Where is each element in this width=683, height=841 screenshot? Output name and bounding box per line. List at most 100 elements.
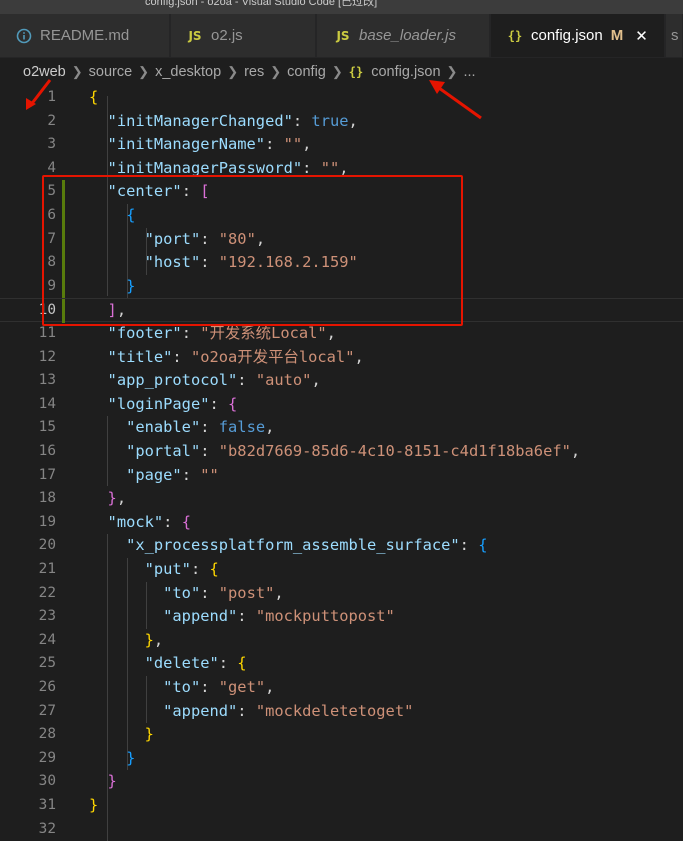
code-line[interactable]: 14 "loginPage": { (0, 393, 683, 417)
line-number: 2 (47, 112, 56, 129)
json-key: "host" (144, 253, 201, 272)
code-line[interactable]: 29 } (0, 747, 683, 771)
code-line[interactable]: 17 "page": "" (0, 464, 683, 488)
code-line[interactable]: 9 } (0, 274, 683, 299)
code-line[interactable]: 11 "footer": "开发系统Local", (0, 322, 683, 346)
code-line[interactable]: 5 "center": [ (0, 180, 683, 204)
json-value: "开发系统Local" (200, 324, 327, 342)
tab-o2-js[interactable]: JS o2.js (171, 14, 316, 57)
line-number: 21 (38, 561, 56, 577)
line-number: 15 (38, 419, 56, 436)
json-value: "" (320, 158, 340, 177)
json-key: "app_protocol" (107, 371, 238, 390)
json-key: "append" (163, 701, 238, 720)
code-line[interactable]: 25 "delete": { (0, 652, 683, 676)
json-value: "" (283, 135, 303, 154)
line-number: 28 (38, 726, 56, 743)
line-number: 16 (38, 443, 56, 459)
code-line[interactable]: 6 { (0, 204, 683, 228)
code-line[interactable]: 21 "put": { (0, 558, 683, 582)
line-number: 12 (38, 348, 56, 365)
json-value: false (218, 418, 266, 437)
tab-readme[interactable]: README.md (0, 14, 170, 57)
line-number: 10 (38, 302, 56, 319)
editor-tab-bar: README.md JS o2.js JS base_loader.js {} … (0, 14, 683, 58)
line-number: 31 (38, 797, 56, 813)
code-line[interactable]: 4 "initManagerPassword": "", (0, 157, 683, 181)
code-line[interactable]: 15 "enable": false, (0, 416, 683, 440)
js-icon: JS (188, 28, 202, 43)
breadcrumb-item[interactable]: ... (463, 64, 475, 80)
code-line[interactable]: 23 "append": "mockputtopost" (0, 605, 683, 629)
json-value: "post" (218, 583, 275, 602)
code-line[interactable]: 1{ (0, 86, 683, 110)
line-number: 22 (38, 584, 56, 601)
json-key: "to" (163, 678, 201, 696)
window-titlebar: config.json - o2oa - Visual Studio Code … (0, 0, 683, 14)
line-number: 5 (47, 183, 56, 200)
code-line[interactable]: 12 "title": "o2oa开发平台local", (0, 346, 683, 370)
open-brace: { (89, 88, 99, 106)
tab-config-json[interactable]: {} config.json M ✕ (491, 14, 665, 57)
close-icon[interactable]: ✕ (635, 27, 648, 45)
json-key: "title" (107, 347, 173, 366)
breadcrumb-item[interactable]: config.json (371, 64, 440, 80)
code-line[interactable]: 19 "mock": { (0, 511, 683, 535)
code-line[interactable]: 26 "to": "get", (0, 676, 683, 700)
code-line[interactable]: 31} (0, 794, 683, 818)
code-line[interactable]: 30 } (0, 770, 683, 794)
code-line-current[interactable]: 10 ], (0, 298, 683, 323)
json-value: "" (200, 465, 219, 484)
git-change-marker[interactable] (62, 251, 65, 275)
code-line[interactable]: 28 } (0, 723, 683, 747)
code-editor[interactable]: 1{ 2 "initManagerChanged": true, 3 "init… (0, 86, 683, 841)
breadcrumb-item[interactable]: source (89, 64, 133, 80)
json-key: "portal" (126, 442, 201, 460)
json-value: "b82d7669-85d6-4c10-8151-c4d1f18ba6ef" (218, 442, 571, 460)
code-line[interactable]: 8 "host": "192.168.2.159" (0, 251, 683, 275)
code-line[interactable]: 27 "append": "mockdeletetoget" (0, 700, 683, 724)
breadcrumb-item[interactable]: res (244, 64, 264, 80)
modified-badge: M (610, 27, 624, 44)
code-line[interactable]: 22 "to": "post", (0, 582, 683, 606)
code-line[interactable]: 13 "app_protocol": "auto", (0, 369, 683, 393)
json-value: "80" (218, 229, 256, 248)
line-number: 3 (47, 136, 56, 153)
breadcrumb-item[interactable]: x_desktop (155, 64, 221, 80)
tab-overflow[interactable]: s (666, 14, 683, 57)
line-number: 9 (47, 277, 56, 294)
line-number: 1 (47, 89, 56, 105)
chevron-right-icon: ❯ (446, 64, 458, 79)
tab-label: base_loader.js (359, 27, 457, 44)
code-line[interactable]: 3 "initManagerName": "", (0, 133, 683, 157)
chevron-right-icon: ❯ (138, 64, 150, 79)
line-number: 30 (38, 773, 56, 790)
json-key: "footer" (107, 324, 182, 342)
breadcrumb: o2web ❯ source ❯ x_desktop ❯ res ❯ confi… (0, 58, 683, 86)
chevron-right-icon: ❯ (270, 64, 282, 79)
git-change-marker[interactable] (62, 274, 65, 299)
code-line[interactable]: 2 "initManagerChanged": true, (0, 110, 683, 134)
json-key: "loginPage" (107, 394, 210, 413)
code-line[interactable]: 16 "portal": "b82d7669-85d6-4c10-8151-c4… (0, 440, 683, 464)
json-key: "initManagerName" (107, 135, 266, 154)
breadcrumb-item[interactable]: config (287, 64, 326, 80)
tab-base-loader-js[interactable]: JS base_loader.js (317, 14, 490, 57)
git-change-marker[interactable] (62, 227, 65, 252)
git-change-marker[interactable] (62, 204, 65, 228)
line-number: 23 (38, 608, 56, 625)
git-change-marker[interactable] (62, 299, 65, 323)
git-change-marker[interactable] (62, 180, 65, 204)
code-line[interactable]: 32 (0, 818, 683, 841)
breadcrumb-item[interactable]: o2web (23, 64, 66, 80)
code-line[interactable]: 24 }, (0, 629, 683, 653)
code-line[interactable]: 7 "port": "80", (0, 227, 683, 252)
json-value: "192.168.2.159" (218, 253, 358, 272)
line-number: 17 (38, 466, 56, 483)
json-key: "to" (163, 583, 201, 602)
line-number: 27 (38, 702, 56, 719)
tab-label: README.md (40, 27, 130, 44)
code-line[interactable]: 20 "x_processplatform_assemble_surface":… (0, 534, 683, 558)
code-line[interactable]: 18 }, (0, 487, 683, 511)
chevron-right-icon: ❯ (331, 64, 343, 79)
